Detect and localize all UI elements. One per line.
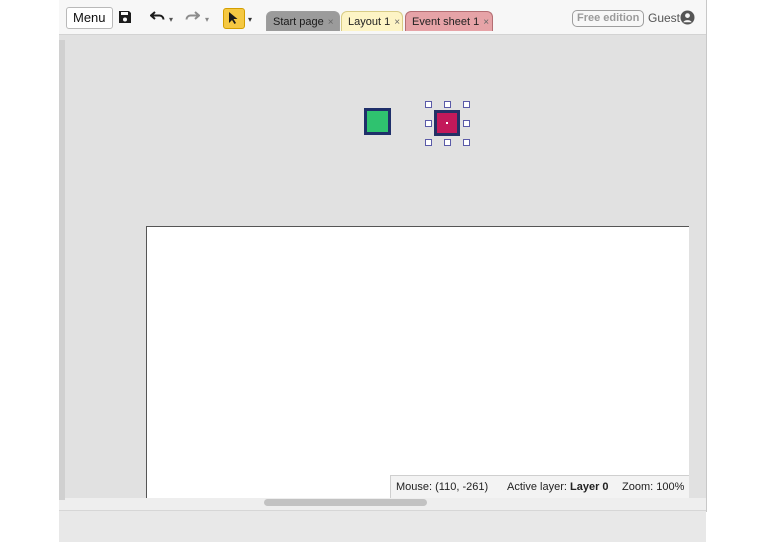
resize-handle-tr[interactable] [463,101,470,108]
sprite-red-selected[interactable] [434,110,460,136]
edition-badge[interactable]: Free edition [572,10,645,27]
layout-canvas[interactable]: Mouse: (110, -261) Active layer: Layer 0… [65,35,689,498]
tab-event-sheet-1[interactable]: Event sheet 1 × [405,11,493,31]
user-label[interactable]: Guest [648,11,680,25]
resize-handle-t[interactable] [444,101,451,108]
active-layer-label: Active layer: [507,481,567,493]
pointer-select-icon [229,12,238,24]
close-icon[interactable]: × [483,17,489,28]
resize-handle-tl[interactable] [425,101,432,108]
tab-label: Start page [273,16,324,28]
active-layer-name: Layer 0 [570,481,609,493]
bottom-panel [59,510,706,542]
tab-start-page[interactable]: Start page × [266,11,340,31]
undo-icon[interactable] [149,9,166,27]
zoom-level: Zoom: 100% [622,481,685,493]
sprite-green[interactable] [364,108,391,135]
layout-area[interactable] [146,226,689,498]
redo-dropdown-icon[interactable]: ▾ [205,12,209,28]
tab-label: Event sheet 1 [412,16,480,28]
status-bar: Mouse: (110, -261) Active layer: Layer 0… [390,475,689,498]
menu-button[interactable]: Menu [66,7,113,29]
resize-handle-b[interactable] [444,139,451,146]
resize-handle-br[interactable] [463,139,470,146]
resize-handle-bl[interactable] [425,139,432,146]
left-edge-strip [59,40,65,500]
user-circle-icon[interactable] [680,10,695,30]
save-icon[interactable] [118,10,132,27]
select-tool-button[interactable] [223,8,245,29]
tab-layout-1[interactable]: Layout 1 × [341,11,403,31]
main-toolbar: Menu ▾ ▾ ▾ Start page × Layout 1 × Event… [59,0,706,35]
resize-handle-l[interactable] [425,120,432,127]
resize-handle-r[interactable] [463,120,470,127]
editor-window: Menu ▾ ▾ ▾ Start page × Layout 1 × Event… [59,0,707,512]
close-icon[interactable]: × [394,17,400,28]
mouse-position: Mouse: (110, -261) [396,481,489,493]
origin-point [446,122,448,124]
tab-label: Layout 1 [348,16,391,28]
select-tool-dropdown-icon[interactable]: ▾ [248,12,252,28]
undo-dropdown-icon[interactable]: ▾ [169,12,173,28]
close-icon[interactable]: × [328,17,334,28]
redo-icon[interactable] [184,9,201,27]
horizontal-scrollbar[interactable] [264,499,427,506]
